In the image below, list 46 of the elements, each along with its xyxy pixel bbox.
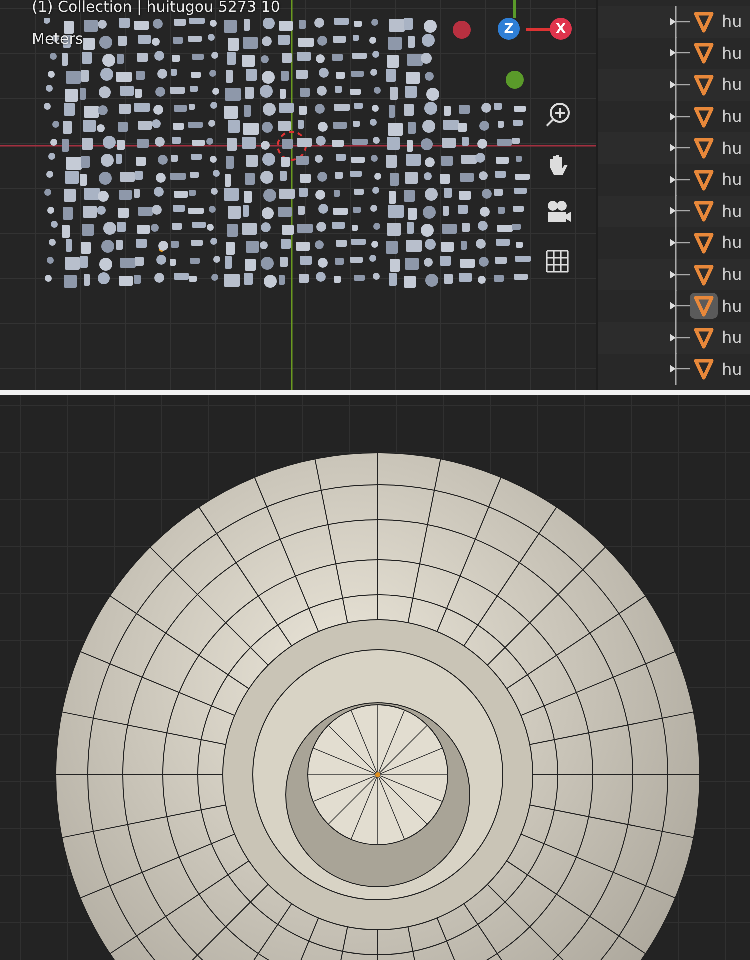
triangle-icon <box>693 42 715 64</box>
tree-connector <box>670 132 690 164</box>
tree-connector <box>670 6 690 38</box>
object-name: hu <box>722 75 742 94</box>
axis-ball-icon[interactable] <box>506 71 524 89</box>
tree-connector <box>670 100 690 133</box>
triangle-icon <box>693 10 715 33</box>
tree-connector <box>670 290 690 322</box>
object-name: hu <box>722 360 742 379</box>
object-name: hu <box>722 170 742 190</box>
axis-ball-icon[interactable] <box>453 21 471 39</box>
object-name: hu <box>722 44 742 63</box>
axis-button[interactable]: X <box>550 18 572 40</box>
object-name: hu <box>722 202 742 221</box>
object-row-button[interactable] <box>690 293 718 320</box>
triangle-icon <box>693 326 715 349</box>
tree-connector <box>670 226 690 259</box>
triangle-icon <box>693 295 715 318</box>
triangle-icon <box>693 137 715 160</box>
tree-connector <box>670 195 690 228</box>
object-name: hu <box>722 12 742 32</box>
axis-button[interactable]: Z <box>498 18 520 40</box>
tree-connector <box>670 68 690 101</box>
triangle-icon <box>693 264 715 286</box>
3d-cursor-icon[interactable] <box>277 131 307 161</box>
triangle-icon <box>693 106 715 128</box>
object-name: hu <box>722 265 742 284</box>
tree-connector <box>670 353 690 386</box>
object-name: hu <box>722 328 742 348</box>
object-name: hu <box>722 138 742 158</box>
tree-connector <box>670 258 690 291</box>
object-name: hu <box>722 296 742 316</box>
triangle-icon <box>693 200 715 222</box>
object-name: hu <box>722 107 742 126</box>
tree-connector <box>670 322 690 354</box>
tree-connector <box>670 164 690 196</box>
object-name: hu <box>722 233 742 252</box>
triangle-icon <box>693 74 715 96</box>
triangle-icon <box>693 358 715 380</box>
axis-line <box>514 0 516 18</box>
viewport-header: (1) Collection | huitugou 5273 10 <box>32 0 280 16</box>
triangle-icon <box>693 232 715 254</box>
triangle-icon <box>693 168 715 191</box>
tree-connector <box>670 37 690 70</box>
zoom-icon[interactable] <box>544 101 572 129</box>
grid-icon[interactable] <box>544 248 572 276</box>
